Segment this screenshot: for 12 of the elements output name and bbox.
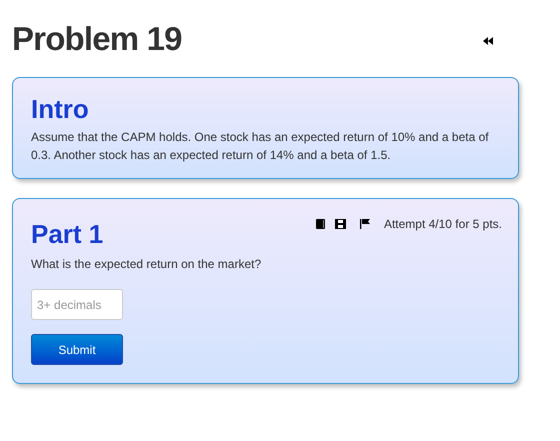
question-text: What is the expected return on the market?	[31, 256, 262, 273]
rewind-icon[interactable]	[483, 37, 493, 45]
problem-title: Problem 19	[12, 22, 182, 54]
book-icon[interactable]	[316, 219, 325, 229]
intro-heading: Intro	[31, 96, 90, 122]
flag-icon[interactable]	[360, 219, 370, 229]
answer-field[interactable]: 3+ decimals	[31, 289, 123, 320]
part-heading: Part 1	[31, 221, 104, 247]
submit-button[interactable]: Submit	[31, 334, 123, 365]
film-icon[interactable]	[334, 219, 346, 229]
intro-text: Assume that the CAPM holds. One stock has an expected return of 10% and a beta of 0.3. Another stock has an expected return of 14% and a beta of 1.5.	[31, 129, 490, 164]
attempt-count: Attempt 4/10 for 5 pts.	[384, 216, 502, 233]
